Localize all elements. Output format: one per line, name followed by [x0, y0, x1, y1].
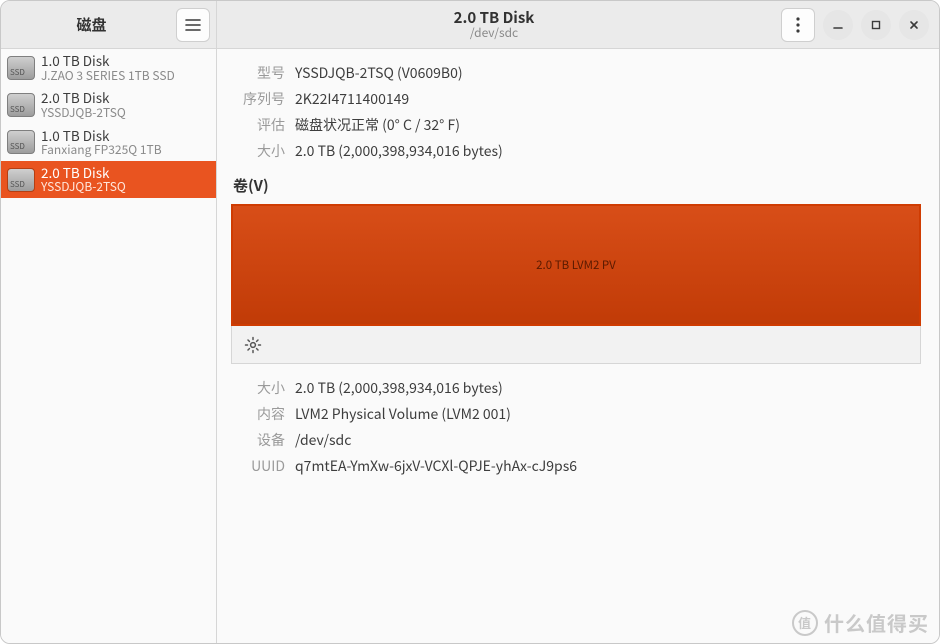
main-content: 型号 YSSDJQB-2TSQ (V0609B0) 序列号 2K22I47114…	[217, 49, 939, 643]
body: SSD 1.0 TB Disk J.ZAO 3 SERIES 1TB SSD S…	[1, 49, 939, 643]
headerbar-right	[771, 1, 939, 48]
vol-device-value: /dev/sdc	[295, 430, 921, 450]
disk-item-text: 1.0 TB Disk Fanxiang FP325Q 1TB	[41, 128, 162, 157]
volume-properties: 大小 2.0 TB (2,000,398,934,016 bytes) 内容 L…	[231, 378, 921, 476]
size-label: 大小	[231, 141, 285, 161]
volumes-section-title: 卷(V)	[233, 175, 921, 196]
model-value: YSSDJQB-2TSQ (V0609B0)	[295, 63, 921, 83]
vol-size-label: 大小	[231, 378, 285, 398]
disk-sidebar: SSD 1.0 TB Disk J.ZAO 3 SERIES 1TB SSD S…	[1, 49, 217, 643]
disk-item-text: 2.0 TB Disk YSSDJQB-2TSQ	[41, 165, 126, 194]
ssd-drive-icon: SSD	[7, 93, 35, 117]
disk-item-title: 2.0 TB Disk	[41, 165, 126, 181]
model-label: 型号	[231, 63, 285, 83]
serial-label: 序列号	[231, 89, 285, 109]
disk-properties: 型号 YSSDJQB-2TSQ (V0609B0) 序列号 2K22I47114…	[231, 63, 921, 161]
vol-size-value: 2.0 TB (2,000,398,934,016 bytes)	[295, 378, 921, 398]
sidebar-disk-item[interactable]: SSD 1.0 TB Disk Fanxiang FP325Q 1TB	[1, 124, 216, 161]
disk-item-sub: J.ZAO 3 SERIES 1TB SSD	[41, 69, 175, 83]
maximize-button[interactable]	[861, 10, 891, 40]
ssd-drive-icon: SSD	[7, 130, 35, 154]
disk-item-title: 1.0 TB Disk	[41, 53, 175, 69]
disk-item-text: 2.0 TB Disk YSSDJQB-2TSQ	[41, 90, 126, 119]
disk-item-title: 2.0 TB Disk	[41, 90, 126, 106]
headerbar: 磁盘 2.0 TB Disk /dev/sdc	[1, 1, 939, 49]
vol-content-label: 内容	[231, 404, 285, 424]
vol-uuid-value: q7mtEA-YmXw-6jxV-VCXl-QPJE-yhAx-cJ9ps6	[295, 456, 921, 476]
disk-item-sub: Fanxiang FP325Q 1TB	[41, 143, 162, 157]
size-value: 2.0 TB (2,000,398,934,016 bytes)	[295, 141, 921, 161]
minimize-icon	[832, 19, 844, 31]
volume-partition[interactable]: 2.0 TB LVM2 PV	[231, 204, 921, 326]
headerbar-center: 2.0 TB Disk /dev/sdc	[217, 1, 771, 48]
sidebar-disk-item-selected[interactable]: SSD 2.0 TB Disk YSSDJQB-2TSQ	[1, 161, 216, 198]
close-icon	[908, 19, 920, 31]
sidebar-disk-item[interactable]: SSD 2.0 TB Disk YSSDJQB-2TSQ	[1, 86, 216, 123]
hamburger-icon	[185, 18, 201, 32]
serial-value: 2K22I4711400149	[295, 89, 921, 109]
sidebar-disk-item[interactable]: SSD 1.0 TB Disk J.ZAO 3 SERIES 1TB SSD	[1, 49, 216, 86]
disk-item-sub: YSSDJQB-2TSQ	[41, 180, 126, 194]
minimize-button[interactable]	[823, 10, 853, 40]
volume-partition-label: 2.0 TB LVM2 PV	[536, 257, 616, 273]
vol-content-value: LVM2 Physical Volume (LVM2 001)	[295, 404, 921, 424]
ssd-drive-icon: SSD	[7, 56, 35, 80]
volume-toolbar	[231, 326, 921, 364]
drive-menu-button[interactable]	[781, 8, 815, 42]
disk-item-text: 1.0 TB Disk J.ZAO 3 SERIES 1TB SSD	[41, 53, 175, 82]
kebab-icon	[796, 17, 800, 33]
close-button[interactable]	[899, 10, 929, 40]
ssd-drive-icon: SSD	[7, 168, 35, 192]
assess-label: 评估	[231, 115, 285, 135]
window-subtitle: /dev/sdc	[470, 26, 518, 39]
disk-item-sub: YSSDJQB-2TSQ	[41, 106, 126, 120]
headerbar-left: 磁盘	[1, 1, 217, 48]
vol-uuid-label: UUID	[231, 456, 285, 476]
assess-value: 磁盘状况正常 (0° C / 32° F)	[295, 115, 921, 135]
app-window: 磁盘 2.0 TB Disk /dev/sdc	[0, 0, 940, 644]
maximize-icon	[870, 19, 882, 31]
gear-icon	[244, 336, 262, 354]
app-menu-button[interactable]	[176, 8, 210, 42]
vol-device-label: 设备	[231, 430, 285, 450]
volume-settings-button[interactable]	[238, 330, 268, 360]
disk-item-title: 1.0 TB Disk	[41, 128, 162, 144]
app-title: 磁盘	[7, 14, 176, 35]
